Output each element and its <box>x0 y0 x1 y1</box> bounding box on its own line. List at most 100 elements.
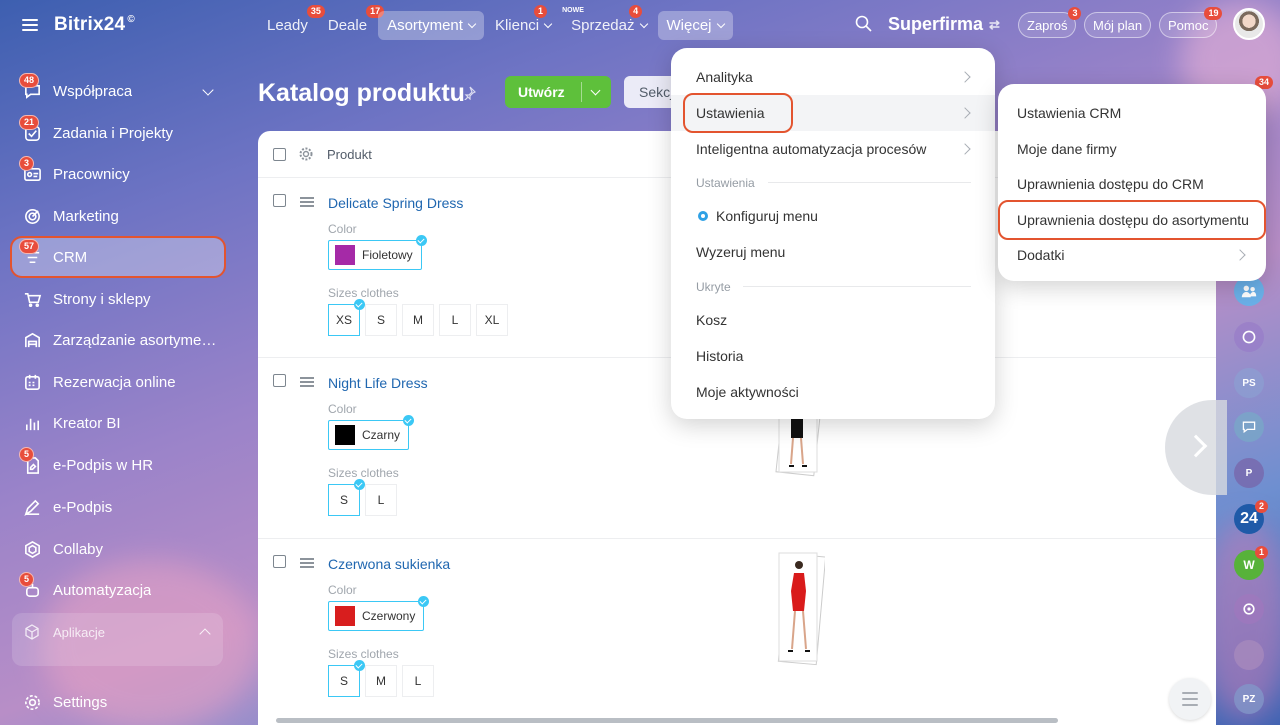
sidebar-item-epodpis-hr[interactable]: 5 e-Podpis w HR <box>12 446 224 484</box>
my-plan-button[interactable]: Mój plan <box>1084 12 1152 38</box>
sidebar-item-epodpis[interactable]: e-Podpis <box>12 488 224 526</box>
count-badge: 19 <box>1204 7 1223 20</box>
product-name-link[interactable]: Night Life Dress <box>328 375 428 391</box>
bitrix24-logo-icon[interactable]: 24 2 <box>1234 500 1268 534</box>
highlight-catalog-permissions <box>998 200 1266 240</box>
chevron-down-icon <box>716 19 725 28</box>
chart-icon <box>22 413 42 433</box>
sidebar-item-crm[interactable]: 57 CRM <box>10 236 226 278</box>
horizontal-scrollbar[interactable] <box>276 718 1058 723</box>
sidebar-item-rezerwacja[interactable]: Rezerwacja online <box>12 363 224 401</box>
user-avatar-ps[interactable]: PS <box>1234 368 1264 398</box>
pin-icon[interactable] <box>462 86 476 100</box>
size-option: XL <box>476 304 508 336</box>
company-switcher[interactable]: Superfirma ⇄ <box>888 14 1000 35</box>
tab-sprzedaz[interactable]: NOWE Sprzedaż 4 <box>562 4 655 40</box>
chevron-right-icon <box>959 107 971 119</box>
property-label: Color <box>328 222 357 236</box>
search-icon[interactable] <box>855 15 872 32</box>
gear-icon[interactable] <box>299 147 313 161</box>
property-label: Sizes clothes <box>328 647 399 661</box>
submenu-item-dodatki[interactable]: Dodatki <box>998 237 1266 273</box>
user-avatar[interactable] <box>1233 8 1265 40</box>
user-avatar-p[interactable]: P <box>1234 458 1264 488</box>
count-badge: 1 <box>1254 546 1268 559</box>
menu-item-automatyzacja-procesow[interactable]: Inteligentna automatyzacja procesów <box>671 131 995 167</box>
size-option: M <box>365 665 397 697</box>
menu-item-analityka[interactable]: Analityka <box>671 59 995 95</box>
menu-item-moje-aktywnosci[interactable]: Moje aktywności <box>671 374 995 410</box>
count-badge: 3 <box>1068 7 1082 20</box>
menu-item-kosz[interactable]: Kosz <box>671 302 995 338</box>
check-icon <box>354 479 365 490</box>
brand-logo[interactable]: Bitrix24 © <box>54 14 135 36</box>
color-swatch <box>335 425 355 445</box>
apps-section[interactable]: Aplikacje <box>12 613 223 666</box>
sidebar-item-label: e-Podpis <box>53 498 113 516</box>
product-name-link[interactable]: Delicate Spring Dress <box>328 195 463 211</box>
drag-handle-icon[interactable] <box>300 558 314 568</box>
chevron-down-icon <box>543 19 553 28</box>
row-checkbox[interactable] <box>273 374 286 387</box>
submenu-item-crm-settings[interactable]: Ustawienia CRM <box>998 95 1266 131</box>
sidebar-item-automatyzacja[interactable]: 5 Automatyzacja <box>12 571 224 609</box>
tab-klienci[interactable]: Klienci 1 <box>486 4 560 40</box>
user-avatar-photo[interactable] <box>1234 640 1264 670</box>
size-option: S <box>328 479 365 516</box>
menu-item-historia[interactable]: Historia <box>671 338 995 374</box>
submenu-item-company-data[interactable]: Moje dane firmy <box>998 131 1266 167</box>
new-tag: NOWE <box>562 6 584 14</box>
tab-wiecej[interactable]: Więcej <box>657 10 733 40</box>
sidebar-item-label: Kreator BI <box>53 414 121 432</box>
column-header-product[interactable]: Produkt <box>327 147 372 162</box>
divider <box>743 286 971 287</box>
menu-burger-icon[interactable] <box>22 19 38 31</box>
size-options: S M L <box>328 660 439 697</box>
row-checkbox[interactable] <box>273 194 286 207</box>
divider <box>768 182 971 183</box>
tab-deale[interactable]: Deale 17 <box>319 4 385 40</box>
sidebar-item-collaby[interactable]: Collaby <box>12 530 224 568</box>
submenu-item-crm-permissions[interactable]: Uprawnienia dostępu do CRM <box>998 166 1266 202</box>
sidebar-item-marketing[interactable]: Marketing <box>12 197 224 235</box>
product-image[interactable] <box>775 551 825 669</box>
help-button[interactable]: Pomoc 19 <box>1159 7 1223 38</box>
sidebar-item-settings[interactable]: Settings <box>12 683 224 721</box>
section-label-hidden: Ukryte <box>696 280 731 294</box>
whatsapp-app-icon[interactable]: W1 <box>1234 546 1268 580</box>
app-icon[interactable] <box>1234 594 1264 624</box>
sidebar-item-label: Zarządzanie asortymentem <box>53 331 218 349</box>
table-row: Czerwona sukienka Color Czerwony Sizes c… <box>258 539 1216 725</box>
sidebar-item-strony[interactable]: Strony i sklepy <box>12 280 224 318</box>
drag-handle-icon[interactable] <box>300 377 314 387</box>
select-all-checkbox[interactable] <box>273 148 286 161</box>
tab-leady[interactable]: Leady 35 <box>258 4 325 40</box>
tab-asortyment[interactable]: Asortyment <box>378 10 484 40</box>
sidebar-item-label: CRM <box>53 248 88 266</box>
sidebar-item-asortyment[interactable]: Zarządzanie asortymentem <box>12 321 224 359</box>
sidebar-item-kreator-bi[interactable]: Kreator BI <box>12 404 224 442</box>
drag-handle-icon[interactable] <box>300 197 314 207</box>
list-menu-button[interactable] <box>1169 678 1211 720</box>
chat-bubble-icon[interactable] <box>1234 412 1264 442</box>
create-button[interactable]: Utwórz <box>505 76 611 108</box>
sidebar-item-label: Pracownicy <box>53 165 130 183</box>
chevron-down-icon[interactable] <box>590 85 601 95</box>
invite-button[interactable]: Zaproś 3 <box>1018 7 1082 38</box>
check-icon <box>415 235 427 246</box>
app-icon[interactable] <box>1234 322 1264 352</box>
chevron-up-icon[interactable] <box>199 628 211 640</box>
sidebar-item-wspolpraca[interactable]: 48 Współpraca <box>12 72 224 110</box>
user-avatar-pz[interactable]: PZ <box>1234 684 1264 714</box>
chevron-right-icon <box>1184 434 1208 458</box>
page-title: Katalog produktu <box>258 79 465 107</box>
sidebar-item-pracownicy[interactable]: 3 Pracownicy <box>12 155 224 193</box>
menu-item-reset[interactable]: Wyzeruj menu <box>671 234 995 270</box>
menu-item-configure[interactable]: Konfiguruj menu <box>671 198 995 234</box>
product-name-link[interactable]: Czerwona sukienka <box>328 556 450 572</box>
chevron-down-icon[interactable] <box>202 84 214 96</box>
sidebar-item-zadania[interactable]: 21 Zadania i Projekty <box>12 114 224 152</box>
row-checkbox[interactable] <box>273 555 286 568</box>
sidebar-item-label: e-Podpis w HR <box>53 456 154 474</box>
calendar-icon <box>22 372 42 392</box>
